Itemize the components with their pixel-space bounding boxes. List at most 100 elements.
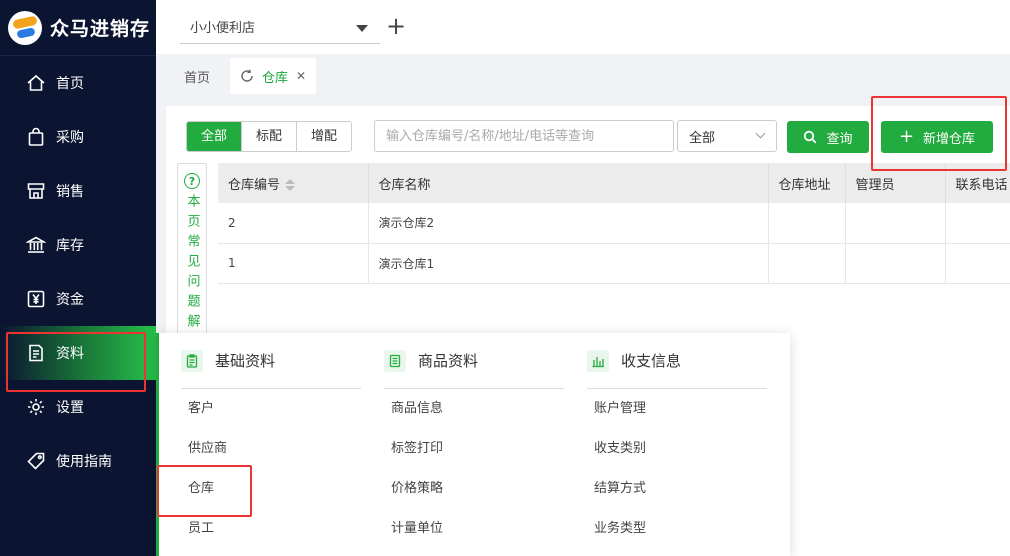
plus-icon: + — [898, 126, 915, 147]
tab-bar: 首页 仓库 ✕ — [156, 56, 1010, 94]
tab-label: 首页 — [184, 70, 211, 86]
query-button[interactable]: 查询 — [787, 121, 869, 153]
flyout-column-title: 收支信息 — [621, 352, 682, 370]
tab-label: 仓库 — [262, 70, 289, 86]
search-icon — [803, 130, 817, 144]
cell-address — [768, 203, 846, 244]
flyout-column-header: 收支信息 — [587, 333, 767, 389]
flyout-column-header: 基础资料 — [181, 333, 361, 389]
cell-manager — [845, 203, 946, 244]
tab-home[interactable]: 首页 — [172, 58, 222, 94]
segment-standard[interactable]: 标配 — [242, 122, 298, 151]
add-button-label: 新增仓库 — [923, 131, 976, 147]
add-warehouse-button[interactable]: + 新增仓库 — [881, 121, 993, 153]
segment-all[interactable]: 全部 — [187, 122, 243, 151]
cell-address — [768, 243, 846, 284]
cell-phone — [945, 243, 1010, 284]
table-header-row: 仓库编号 仓库名称 仓库地址 管理员 联系电话 — [218, 163, 1010, 203]
col-header-address: 仓库地址 — [768, 163, 846, 203]
plus-icon[interactable]: + — [386, 14, 406, 38]
menu-item-staff[interactable]: 员工 — [181, 509, 361, 549]
close-icon[interactable]: ✕ — [296, 69, 306, 83]
sort-icon[interactable] — [285, 179, 296, 191]
sidebar-item-label: 销售 — [56, 184, 84, 200]
home-icon — [26, 73, 46, 93]
chevron-down-icon — [755, 128, 766, 139]
sidebar-item-label: 使用指南 — [56, 454, 112, 470]
menu-item-warehouse[interactable]: 仓库 — [181, 469, 361, 509]
flyout-column-finance: 收支信息 账户管理 收支类别 结算方式 业务类型 — [587, 333, 767, 549]
data-flyout-menu: 基础资料 客户 供应商 仓库 员工 商品资料 商品信息 标签打印 价格策略 计量… — [156, 333, 790, 556]
list-icon — [384, 349, 406, 372]
sidebar-item-home[interactable]: 首页 — [0, 56, 156, 110]
sidebar-item-label: 设置 — [56, 400, 84, 416]
sidebar-item-guide[interactable]: 使用指南 — [0, 434, 156, 488]
cell-name: 演示仓库2 — [368, 203, 769, 244]
cell-phone — [945, 203, 1010, 244]
search-input[interactable] — [374, 120, 674, 152]
cell-name: 演示仓库1 — [368, 243, 769, 284]
sidebar-item-inventory[interactable]: 库存 — [0, 218, 156, 272]
menu-item-accounts[interactable]: 账户管理 — [587, 389, 767, 429]
tag-icon — [26, 451, 46, 471]
menu-item-unit[interactable]: 计量单位 — [384, 509, 564, 549]
table-row[interactable]: 1 演示仓库1 — [218, 243, 1010, 284]
sidebar: 众马进销存 首页 采购 销售 库存 资金 资料 设置 使用指南 — [0, 0, 156, 556]
store-select[interactable]: 小小便利店 — [180, 10, 380, 44]
menu-item-price-strategy[interactable]: 价格策略 — [384, 469, 564, 509]
refresh-icon[interactable] — [240, 69, 254, 83]
faq-label: 本页常见问题解 — [184, 194, 200, 334]
logo-icon — [8, 10, 42, 45]
store-select-value: 小小便利店 — [190, 21, 256, 36]
flyout-column-header: 商品资料 — [384, 333, 564, 389]
faq-sidebar-tab[interactable]: ? 本页常见问题解 — [177, 163, 207, 353]
menu-item-income-category[interactable]: 收支类别 — [587, 429, 767, 469]
sidebar-item-label: 资金 — [56, 292, 84, 308]
menu-item-supplier[interactable]: 供应商 — [181, 429, 361, 469]
col-header-label: 仓库编号 — [228, 177, 281, 193]
col-header-manager: 管理员 — [845, 163, 946, 203]
col-header-phone: 联系电话 — [945, 163, 1010, 203]
sidebar-item-label: 资料 — [56, 346, 84, 362]
document-icon — [26, 343, 46, 363]
clipboard-icon — [181, 349, 203, 372]
filter-value: 全部 — [689, 130, 716, 146]
tab-warehouse[interactable]: 仓库 ✕ — [230, 58, 317, 94]
type-segment: 全部 标配 增配 — [186, 121, 353, 152]
flyout-column-title: 商品资料 — [418, 352, 479, 370]
menu-item-settlement[interactable]: 结算方式 — [587, 469, 767, 509]
sidebar-item-sales[interactable]: 销售 — [0, 164, 156, 218]
store-icon — [26, 181, 46, 201]
sidebar-item-label: 库存 — [56, 238, 84, 254]
flyout-column-title: 基础资料 — [215, 352, 276, 370]
menu-item-customer[interactable]: 客户 — [181, 389, 361, 429]
app-name: 众马进销存 — [50, 18, 151, 40]
cell-code: 1 — [218, 243, 369, 284]
sidebar-item-label: 采购 — [56, 130, 84, 146]
sidebar-item-purchase[interactable]: 采购 — [0, 110, 156, 164]
segment-extra[interactable]: 增配 — [297, 122, 352, 151]
sidebar-item-settings[interactable]: 设置 — [0, 380, 156, 434]
warehouse-bank-icon — [26, 235, 46, 255]
status-filter-select[interactable]: 全部 — [677, 120, 777, 152]
gear-icon — [26, 397, 46, 417]
yen-icon — [26, 289, 46, 309]
question-icon: ? — [184, 173, 200, 189]
top-bar: 小小便利店 + — [156, 0, 1010, 54]
menu-item-business-type[interactable]: 业务类型 — [587, 509, 767, 549]
sidebar-item-label: 首页 — [56, 76, 84, 92]
flyout-column-goods: 商品资料 商品信息 标签打印 价格策略 计量单位 — [384, 333, 564, 549]
flyout-column-basic: 基础资料 客户 供应商 仓库 员工 — [181, 333, 361, 549]
table-row[interactable]: 2 演示仓库2 — [218, 203, 1010, 244]
shopping-bag-icon — [26, 127, 46, 147]
sidebar-item-data[interactable]: 资料 — [0, 326, 156, 380]
caret-down-icon — [356, 25, 368, 32]
warehouse-table: 仓库编号 仓库名称 仓库地址 管理员 联系电话 2 演示仓库2 1 演示仓库1 — [218, 163, 1010, 284]
sidebar-item-funds[interactable]: 资金 — [0, 272, 156, 326]
app-logo[interactable]: 众马进销存 — [0, 0, 156, 56]
col-header-code[interactable]: 仓库编号 — [218, 163, 369, 203]
query-button-label: 查询 — [826, 131, 853, 147]
menu-item-goods-info[interactable]: 商品信息 — [384, 389, 564, 429]
cell-code: 2 — [218, 203, 369, 244]
menu-item-label-print[interactable]: 标签打印 — [384, 429, 564, 469]
